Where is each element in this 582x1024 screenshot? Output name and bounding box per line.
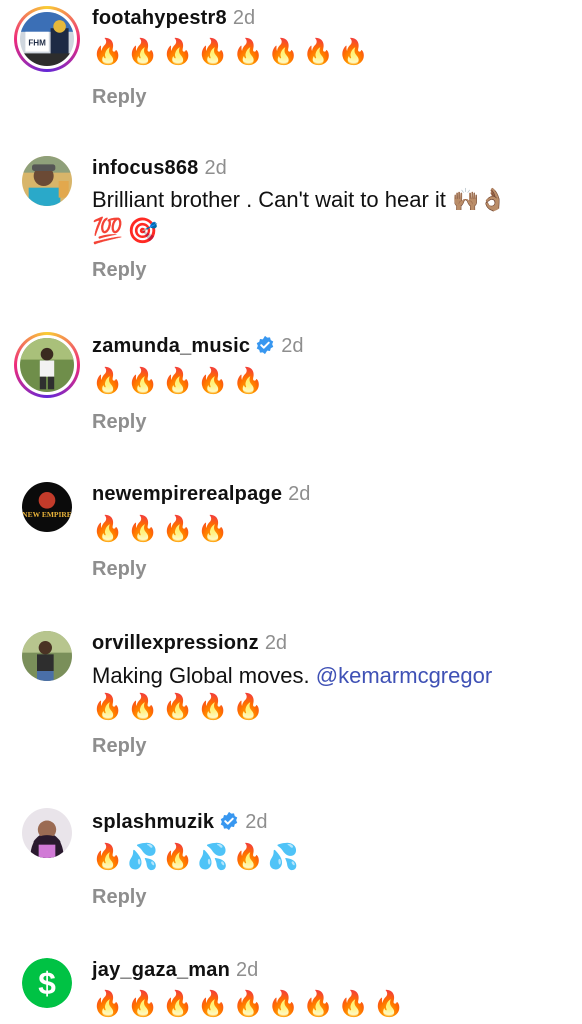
comment-emojis: 🔥🔥🔥🔥🔥: [92, 692, 268, 721]
comment-emojis: 💯🎯: [92, 216, 163, 245]
avatar-logo-text: NEW EMPIRE: [22, 510, 72, 519]
dollar-icon: $: [22, 958, 72, 1008]
username[interactable]: jay_gaza_man: [92, 959, 230, 981]
timestamp: 2d: [245, 811, 268, 833]
avatar-logo-text: $: [38, 965, 56, 1001]
reply-button[interactable]: Reply: [92, 410, 146, 434]
avatar-image: [20, 338, 74, 392]
username[interactable]: orvillexpressionz: [92, 632, 259, 654]
comment-text: 🔥🔥🔥🔥🔥: [92, 366, 268, 395]
comment-text: 🔥💦🔥💦🔥💦: [92, 842, 303, 871]
verified-badge-icon: [256, 335, 274, 355]
comment-item: $ jay_gaza_man 2d 🔥🔥🔥🔥🔥🔥🔥🔥🔥: [0, 950, 582, 1024]
reply-button[interactable]: Reply: [92, 734, 146, 758]
avatar[interactable]: [14, 332, 80, 398]
username[interactable]: newempirerealpage: [92, 483, 282, 505]
avatar[interactable]: $: [14, 950, 80, 1016]
comment-text: 🔥🔥🔥🔥🔥🔥🔥🔥: [92, 37, 374, 66]
reply-button[interactable]: Reply: [92, 557, 146, 581]
comment-item: splashmuzik 2d 🔥💦🔥💦🔥💦 Reply: [0, 800, 582, 940]
timestamp: 2d: [281, 335, 304, 357]
comment-body: Making Global moves.: [92, 663, 310, 688]
avatar[interactable]: [14, 148, 80, 214]
comment-text: 🔥🔥🔥🔥🔥🔥🔥🔥🔥: [92, 989, 409, 1018]
username[interactable]: footahypestr8: [92, 7, 227, 29]
comment-text: 🔥🔥🔥🔥: [92, 514, 233, 543]
timestamp: 2d: [236, 959, 259, 981]
avatar-image: [22, 631, 72, 681]
reply-button[interactable]: Reply: [92, 85, 146, 109]
timestamp: 2d: [204, 157, 227, 179]
avatar[interactable]: [14, 623, 80, 689]
timestamp: 2d: [288, 483, 311, 505]
verified-badge-icon: [221, 811, 238, 831]
avatar-image: [22, 156, 72, 206]
avatar-image: [22, 808, 72, 858]
reply-button[interactable]: Reply: [92, 258, 146, 282]
mention-link[interactable]: @kemarmcgregor: [316, 663, 492, 688]
avatar[interactable]: [14, 800, 80, 866]
comment-text: Brilliant brother . Can't wait to hear i…: [92, 187, 507, 212]
username[interactable]: splashmuzik: [92, 811, 214, 833]
comment-item: NEW EMPIRE newempirerealpage 2d 🔥🔥🔥🔥 Repl…: [0, 474, 582, 614]
username[interactable]: infocus868: [92, 157, 198, 179]
comment-item: zamunda_music 2d 🔥🔥🔥🔥🔥 Reply: [0, 326, 582, 466]
comment-item: orvillexpressionz 2d Making Global moves.…: [0, 623, 582, 783]
comment-item: infocus868 2d Brilliant brother . Can't w…: [0, 148, 582, 298]
username[interactable]: zamunda_music: [92, 335, 250, 357]
comment-item: FHM footahypestr8 2d 🔥🔥🔥🔥🔥🔥🔥🔥 Reply: [0, 0, 582, 130]
avatar[interactable]: NEW EMPIRE: [14, 474, 80, 540]
avatar-logo-text: FHM: [28, 38, 46, 47]
reply-button[interactable]: Reply: [92, 885, 146, 909]
timestamp: 2d: [232, 7, 256, 29]
avatar-image: FHM: [20, 12, 74, 66]
comment-text: Making Global moves. @kemarmcgregor: [92, 661, 492, 691]
timestamp: 2d: [264, 632, 288, 654]
avatar-image: NEW EMPIRE: [22, 482, 72, 532]
avatar[interactable]: FHM: [14, 6, 80, 72]
